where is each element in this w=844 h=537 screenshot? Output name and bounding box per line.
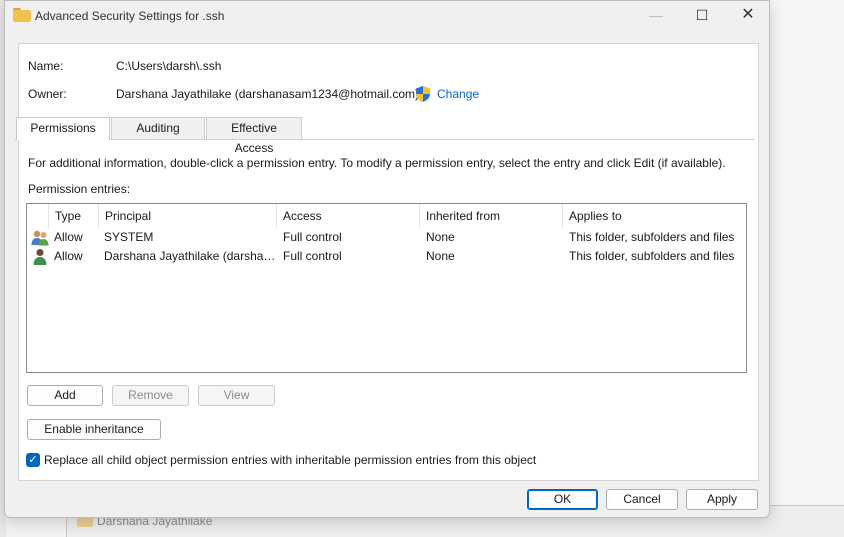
owner-value: Darshana Jayathilake (darshanasam1234@ho…	[116, 87, 419, 101]
minimize-button[interactable]: —	[633, 1, 679, 31]
tab-auditing[interactable]: Auditing	[111, 117, 205, 139]
column-header-applies-to[interactable]: Applies to	[563, 204, 746, 228]
row-inherited-from: None	[426, 249, 455, 263]
row-access: Full control	[283, 249, 342, 263]
row-type: Allow	[54, 230, 83, 244]
permission-entries-list[interactable]: Type Principal Access Inherited from App…	[26, 203, 747, 373]
title-bar[interactable]: Advanced Security Settings for .ssh — ☐ …	[5, 1, 769, 31]
ok-button[interactable]: OK	[527, 489, 598, 510]
users-group-icon	[31, 230, 49, 246]
row-applies-to: This folder, subfolders and files	[569, 249, 735, 263]
row-inherited-from: None	[426, 230, 455, 244]
user-icon	[33, 249, 47, 265]
folder-icon	[13, 8, 31, 22]
tab-divider	[14, 139, 754, 140]
replace-child-permissions-label[interactable]: Replace all child object permission entr…	[44, 453, 536, 467]
window-title: Advanced Security Settings for .ssh	[35, 9, 225, 23]
row-principal: SYSTEM	[104, 230, 154, 244]
column-header-principal[interactable]: Principal	[99, 204, 277, 228]
column-header-inherited-from[interactable]: Inherited from	[420, 204, 563, 228]
close-button[interactable]: ✕	[725, 1, 771, 31]
remove-button[interactable]: Remove	[112, 385, 189, 406]
permissions-description: For additional information, double-click…	[28, 156, 726, 170]
cancel-button[interactable]: Cancel	[606, 489, 678, 510]
owner-label: Owner:	[28, 87, 67, 101]
row-applies-to: This folder, subfolders and files	[569, 230, 735, 244]
add-button[interactable]: Add	[27, 385, 103, 406]
row-type: Allow	[54, 249, 83, 263]
permission-entries-label: Permission entries:	[28, 182, 131, 196]
name-value: C:\Users\darsh\.ssh	[116, 59, 222, 73]
name-label: Name:	[28, 59, 64, 73]
row-access: Full control	[283, 230, 342, 244]
tab-effective-access[interactable]: Effective Access	[206, 117, 302, 155]
column-header-access[interactable]: Access	[277, 204, 420, 228]
uac-shield-icon	[416, 86, 430, 102]
list-header: Type Principal Access Inherited from App…	[27, 204, 746, 228]
tab-permissions[interactable]: Permissions	[16, 117, 110, 140]
view-button[interactable]: View	[198, 385, 275, 406]
change-owner-link[interactable]: Change	[437, 87, 479, 101]
row-principal: Darshana Jayathilake (darshan…	[104, 249, 276, 263]
table-row[interactable]: Allow Darshana Jayathilake (darshan… Ful…	[27, 247, 746, 266]
replace-child-permissions-checkbox[interactable]: ✓	[26, 453, 40, 467]
column-header-type[interactable]: Type	[49, 204, 99, 228]
apply-button[interactable]: Apply	[686, 489, 758, 510]
enable-inheritance-button[interactable]: Enable inheritance	[27, 419, 161, 440]
maximize-button[interactable]: ☐	[679, 1, 725, 31]
background-window-right	[770, 0, 844, 537]
column-icon	[27, 204, 49, 228]
table-row[interactable]: Allow SYSTEM Full control None This fold…	[27, 228, 746, 247]
